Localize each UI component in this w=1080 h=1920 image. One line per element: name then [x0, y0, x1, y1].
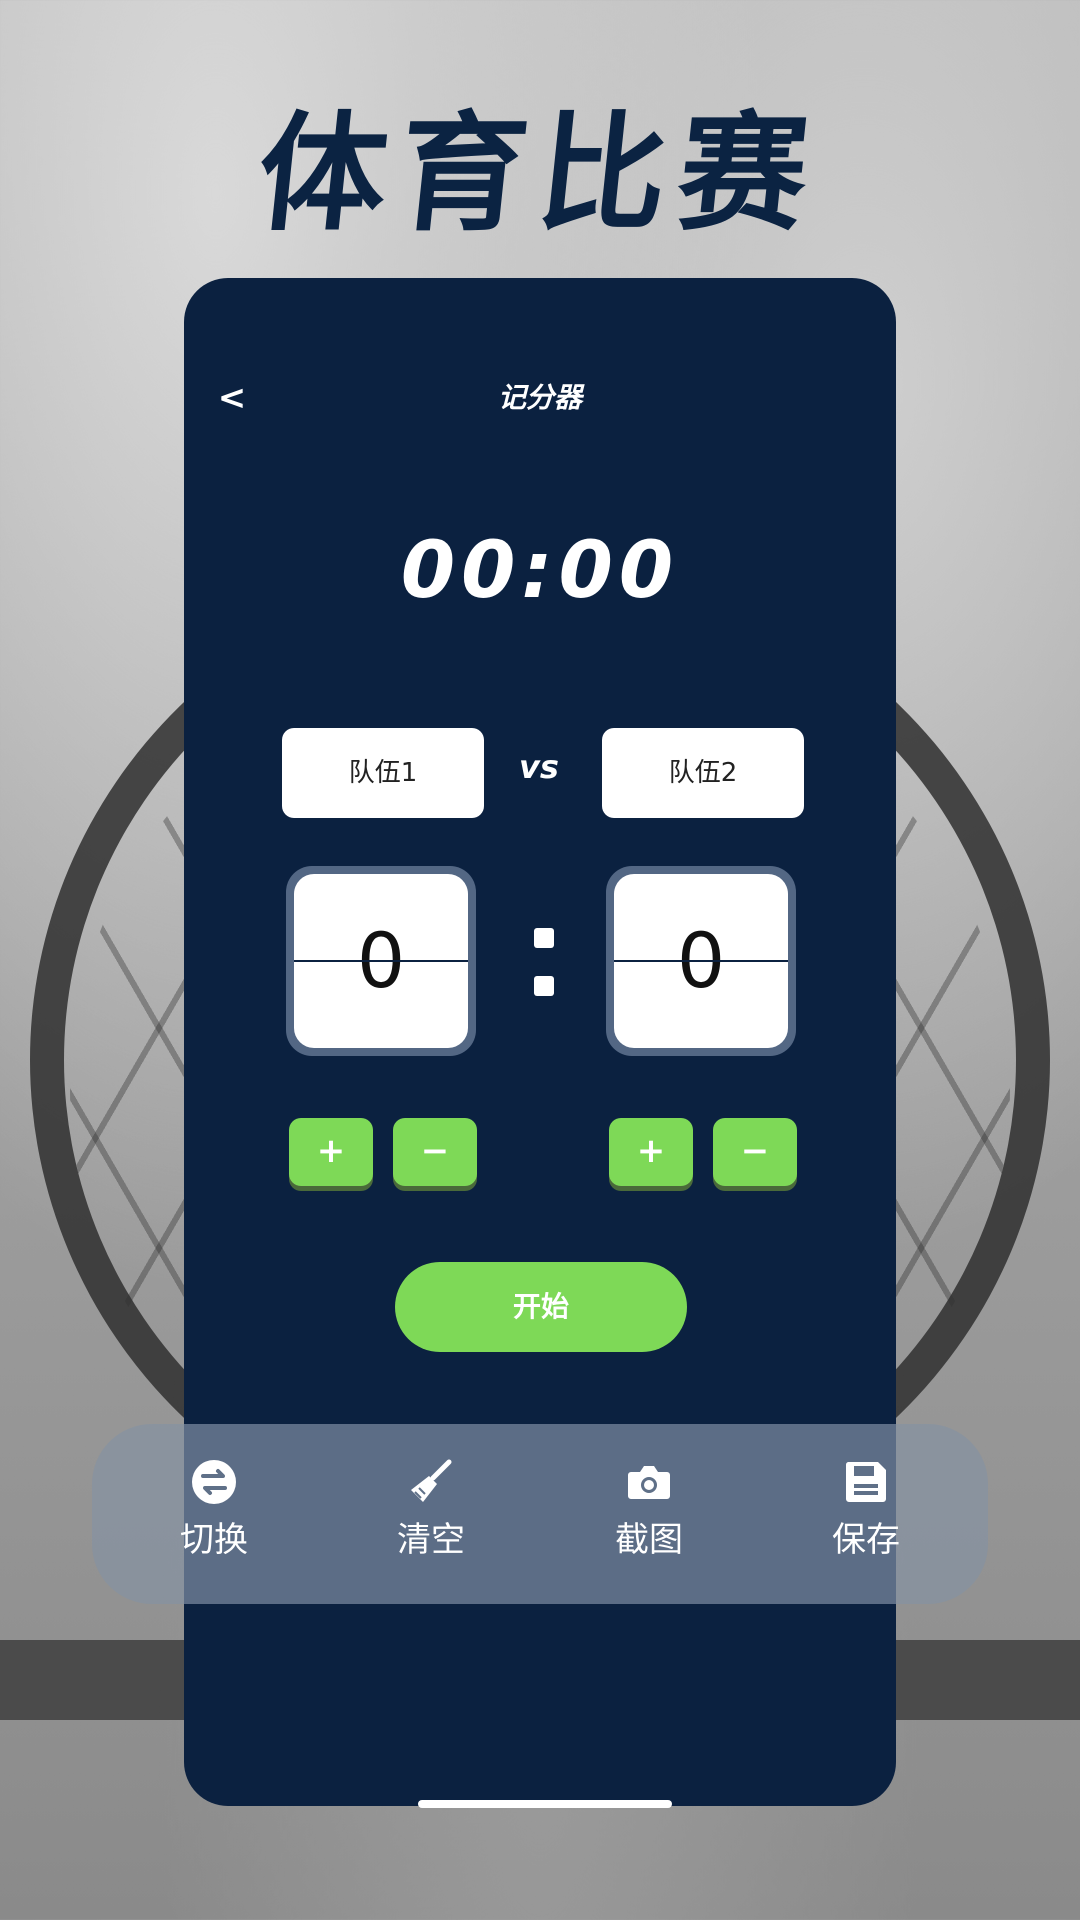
timer-display: 00:00	[400, 526, 680, 616]
page-title: 记分器	[497, 381, 582, 414]
start-button[interactable]: 开始	[395, 1262, 687, 1352]
save-label: 保存	[832, 1520, 900, 1560]
team1-score-card: 0	[286, 866, 476, 1056]
colon-dot-top	[534, 928, 554, 948]
team2-minus-button[interactable]: −	[713, 1118, 797, 1186]
team1-minus-button[interactable]: −	[393, 1118, 477, 1186]
team2-score-card: 0	[606, 866, 796, 1056]
screenshot-tool[interactable]: 截图	[589, 1458, 709, 1560]
switch-icon	[192, 1460, 236, 1504]
team2-score: 0	[614, 874, 788, 1048]
team2-name-field[interactable]: 队伍2	[602, 728, 804, 818]
save-tool[interactable]: 保存	[806, 1458, 926, 1560]
clear-tool[interactable]: 清空	[371, 1458, 491, 1560]
team1-score: 0	[294, 874, 468, 1048]
broom-icon	[411, 1459, 452, 1502]
team1-plus-button[interactable]: +	[289, 1118, 373, 1186]
colon-dot-bottom	[534, 976, 554, 996]
save-icon	[845, 1462, 886, 1502]
team2-plus-button[interactable]: +	[609, 1118, 693, 1186]
headline-title: 体育比赛	[250, 100, 827, 249]
switch-tool[interactable]: 切换	[154, 1458, 274, 1560]
camera-icon	[628, 1466, 670, 1499]
clear-label: 清空	[397, 1520, 465, 1560]
team1-name-field[interactable]: 队伍1	[282, 728, 484, 818]
home-indicator	[418, 1800, 672, 1808]
toolbar	[184, 1424, 896, 1604]
vs-label: vs	[519, 748, 559, 786]
screenshot-label: 截图	[615, 1520, 683, 1560]
switch-label: 切换	[180, 1520, 248, 1560]
